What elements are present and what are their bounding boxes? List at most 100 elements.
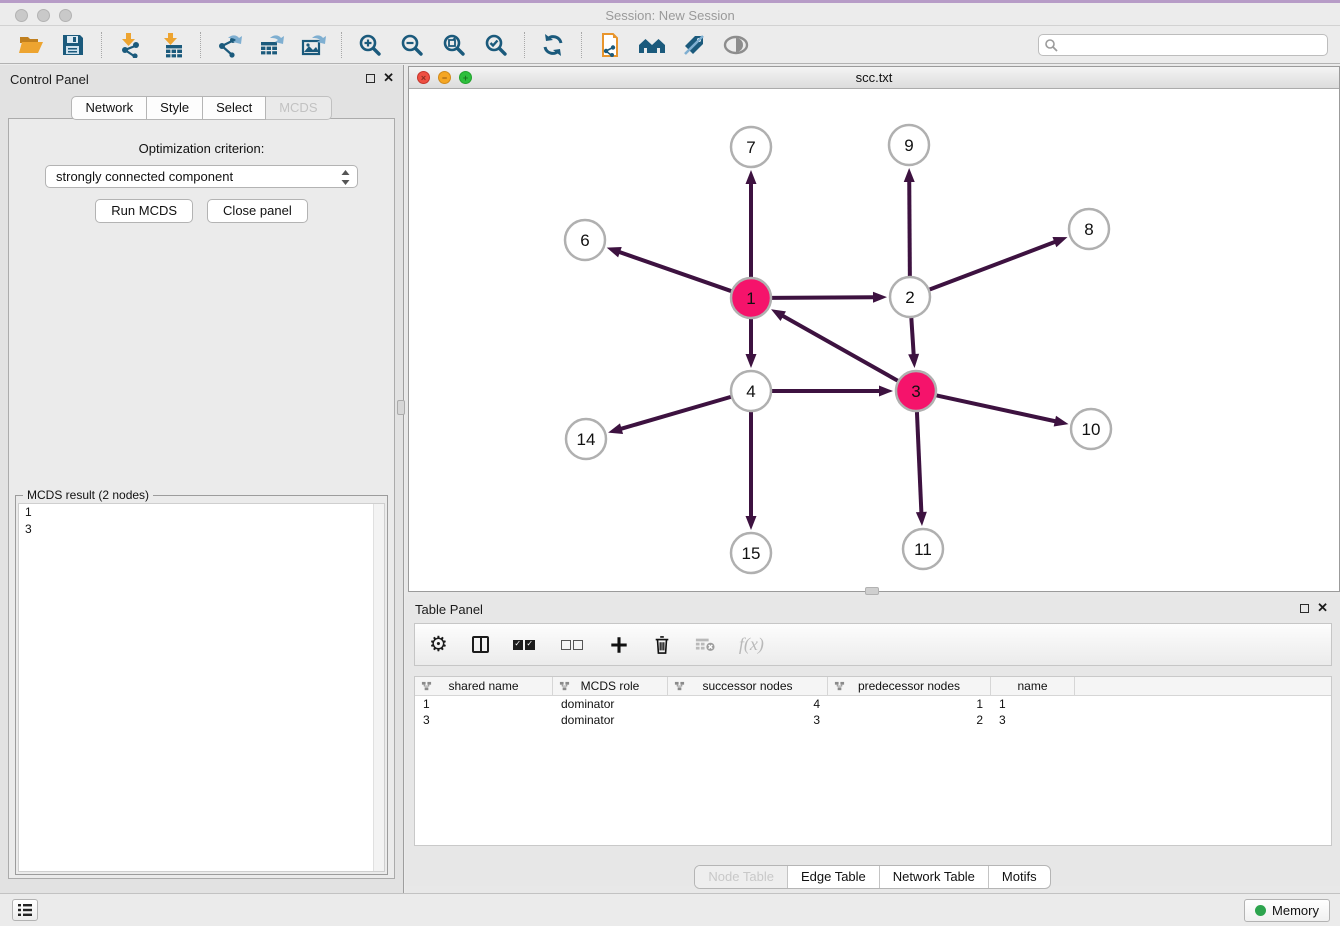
import-table-icon[interactable] — [158, 31, 186, 59]
save-session-icon[interactable] — [59, 31, 87, 59]
table-panel: Table Panel ✕ ⚙ f(x) shared name — [405, 596, 1340, 886]
network-window-title: scc.txt — [409, 70, 1339, 85]
zoom-in-icon[interactable] — [356, 31, 384, 59]
mcds-result-title: MCDS result (2 nodes) — [23, 488, 153, 502]
graph-node-label: 9 — [904, 136, 913, 155]
table-panel-close-icon[interactable]: ✕ — [1317, 600, 1328, 616]
select-all-columns-icon[interactable] — [513, 632, 537, 658]
table-row[interactable]: 1 dominator 4 1 1 — [415, 696, 1331, 712]
network-canvas-svg: 7968124314101511 — [409, 89, 1339, 591]
deselect-all-columns-icon[interactable] — [561, 632, 585, 658]
graph-edge-arrowhead — [873, 292, 887, 303]
session-title: Session: New Session — [0, 8, 1340, 23]
column-header-predecessor-nodes[interactable]: predecessor nodes — [828, 677, 991, 695]
close-panel-button[interactable]: Close panel — [207, 199, 308, 223]
tab-network[interactable]: Network — [71, 96, 147, 120]
add-column-icon[interactable] — [609, 632, 629, 658]
column-type-icon — [559, 681, 570, 695]
toolbar-separator — [341, 32, 342, 58]
toolbar-separator — [581, 32, 582, 58]
tab-edge-table[interactable]: Edge Table — [787, 866, 879, 888]
graph-edge-arrowhead — [1052, 237, 1067, 247]
control-panel: Control Panel ✕ NetworkStyleSelectMCDS O… — [0, 65, 404, 893]
tab-mcds[interactable]: MCDS — [266, 96, 331, 120]
table-settings-icon[interactable]: ⚙ — [429, 632, 448, 658]
delete-table-icon — [695, 632, 715, 658]
tab-style[interactable]: Style — [147, 96, 203, 120]
graph-node-label: 1 — [746, 289, 755, 308]
zoom-out-icon[interactable] — [398, 31, 426, 59]
mcds-panel: Optimization criterion: strongly connect… — [8, 118, 395, 879]
mcds-result-item: 1 — [19, 504, 384, 521]
graph-node-label: 8 — [1084, 220, 1093, 239]
graph-edge-arrowhead — [746, 170, 757, 184]
graph-edge-arrowhead — [879, 386, 893, 397]
export-image-icon[interactable] — [299, 31, 327, 59]
graph-edge[interactable] — [772, 297, 874, 298]
delete-column-icon[interactable] — [653, 632, 671, 658]
column-header-shared-name[interactable]: shared name — [415, 677, 553, 695]
graph-node-label: 15 — [742, 544, 761, 563]
control-panel-header: Control Panel ✕ — [0, 65, 403, 93]
zoom-fit-icon[interactable] — [440, 31, 468, 59]
graph-node-label: 7 — [746, 138, 755, 157]
right-dock: × − + scc.txt 7968124314101511 Table Pan… — [405, 65, 1340, 893]
graph-edge[interactable] — [937, 395, 1056, 421]
network-view-window: × − + scc.txt 7968124314101511 — [408, 66, 1340, 592]
graph-node-label: 2 — [905, 288, 914, 307]
run-mcds-button[interactable]: Run MCDS — [95, 199, 193, 223]
graph-node-label: 10 — [1082, 420, 1101, 439]
graph-edge[interactable] — [911, 318, 913, 355]
first-neighbors-icon[interactable] — [638, 31, 666, 59]
column-type-icon — [834, 681, 845, 695]
column-header-successor-nodes[interactable]: successor nodes — [668, 677, 828, 695]
tab-node-table[interactable]: Node Table — [695, 866, 787, 888]
vertical-splitter-handle[interactable] — [397, 400, 405, 415]
toolbar-separator — [524, 32, 525, 58]
graph-edge[interactable] — [917, 412, 921, 513]
optimization-criterion-select[interactable]: strongly connected component — [45, 165, 358, 188]
control-panel-float-icon[interactable] — [366, 74, 375, 83]
graph-edge[interactable] — [930, 242, 1056, 290]
show-graphics-details-icon[interactable] — [722, 31, 750, 59]
graph-edge-arrowhead — [771, 309, 786, 321]
tab-network-table[interactable]: Network Table — [879, 866, 988, 888]
hide-labels-icon[interactable] — [680, 31, 708, 59]
table-panel-float-icon[interactable] — [1300, 604, 1309, 613]
column-header-name[interactable]: name — [991, 677, 1075, 695]
search-input[interactable] — [1038, 34, 1328, 56]
refresh-layout-icon[interactable] — [539, 31, 567, 59]
graph-edge-arrowhead — [746, 516, 757, 530]
horizontal-splitter-handle[interactable] — [865, 587, 879, 595]
graph-edge[interactable] — [782, 316, 897, 381]
column-header-mcds-role[interactable]: MCDS role — [553, 677, 668, 695]
open-session-icon[interactable] — [17, 31, 45, 59]
network-canvas[interactable]: 7968124314101511 — [409, 89, 1339, 591]
node-table: shared name MCDS role successor nodes pr… — [414, 676, 1332, 846]
toolbar-separator — [101, 32, 102, 58]
control-panel-close-icon[interactable]: ✕ — [383, 70, 394, 86]
clone-network-icon[interactable] — [596, 31, 624, 59]
graph-edge[interactable] — [619, 252, 731, 291]
graph-node-label: 3 — [911, 382, 920, 401]
table-tabs: Node TableEdge TableNetwork TableMotifs — [405, 865, 1340, 889]
table-toolbar: ⚙ f(x) — [414, 623, 1332, 666]
memory-button[interactable]: Memory — [1244, 899, 1330, 922]
table-row[interactable]: 3 dominator 3 2 3 — [415, 712, 1331, 728]
export-network-icon[interactable] — [215, 31, 243, 59]
column-visibility-icon[interactable] — [472, 632, 489, 658]
graph-edge-arrowhead — [916, 512, 927, 526]
task-history-button[interactable] — [12, 899, 38, 921]
tab-motifs[interactable]: Motifs — [988, 866, 1050, 888]
mcds-result-list[interactable]: 1 3 — [18, 503, 385, 872]
zoom-selected-icon[interactable] — [482, 31, 510, 59]
import-network-icon[interactable] — [116, 31, 144, 59]
graph-edge[interactable] — [621, 397, 731, 429]
graph-edge[interactable] — [909, 181, 910, 276]
graph-edge-arrowhead — [608, 423, 623, 434]
export-table-icon[interactable] — [257, 31, 285, 59]
result-scrollbar[interactable] — [373, 504, 384, 871]
tab-select[interactable]: Select — [203, 96, 266, 120]
graph-edge-arrowhead — [1054, 416, 1069, 427]
optimization-criterion-value: strongly connected component — [56, 169, 233, 184]
